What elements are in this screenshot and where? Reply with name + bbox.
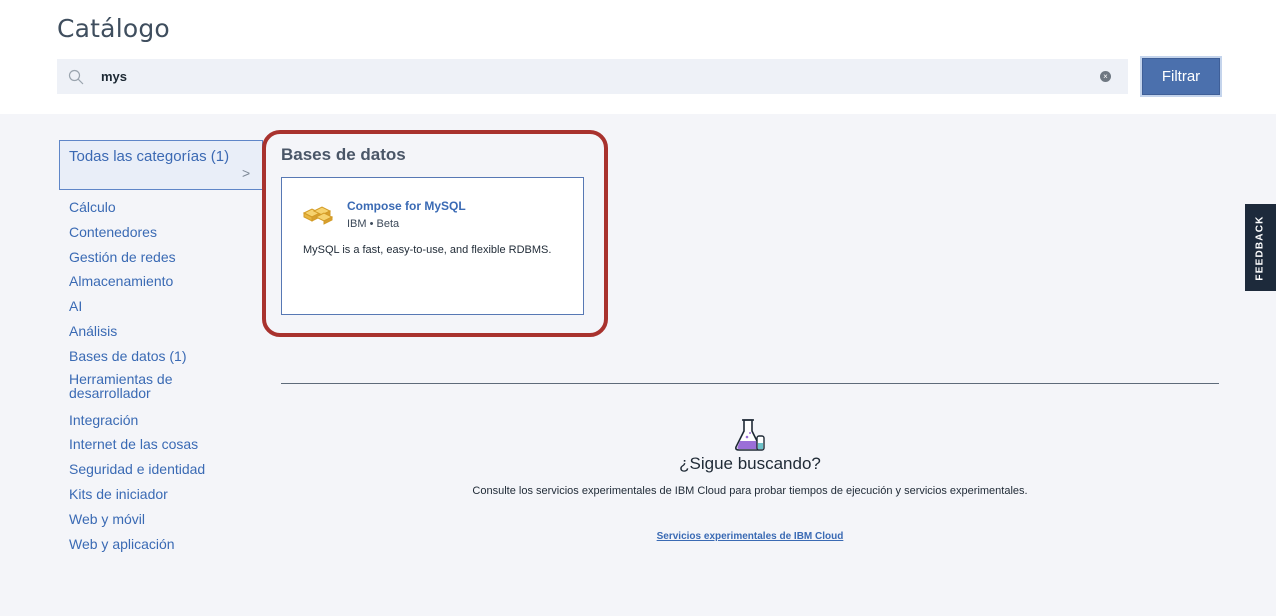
sidebar-item-analisis[interactable]: Análisis <box>69 322 209 347</box>
sidebar-item-herramientas[interactable]: Herramientas de desarrollador <box>69 372 209 411</box>
sidebar-item-almacenamiento[interactable]: Almacenamiento <box>69 272 209 297</box>
sidebar-item-ai[interactable]: AI <box>69 297 209 322</box>
page-title: Catálogo <box>57 14 170 43</box>
compose-mysql-icon <box>302 206 334 225</box>
filter-button[interactable]: Filtrar <box>1140 56 1222 97</box>
service-card[interactable]: Compose for MySQL IBM • Beta MySQL is a … <box>281 177 584 315</box>
chevron-right-icon: > <box>242 165 251 181</box>
sidebar-item-label: Todas las categorías (1) <box>69 148 230 165</box>
header: Catálogo mys × Filtrar <box>0 0 1276 114</box>
still-looking-description: Consulte los servicios experimentales de… <box>472 485 1028 497</box>
category-list: Cálculo Contenedores Gestión de redes Al… <box>69 198 209 559</box>
search-input-value[interactable]: mys <box>101 69 127 84</box>
divider <box>281 383 1219 384</box>
sidebar-item-all-categories[interactable]: Todas las categorías (1) > <box>59 140 263 190</box>
search-input[interactable]: mys × <box>57 59 1128 94</box>
filter-button-label: Filtrar <box>1142 58 1220 95</box>
section-title: Bases de datos <box>281 145 406 164</box>
flask-icon <box>735 419 765 451</box>
sidebar-item-bases-de-datos[interactable]: Bases de datos (1) <box>69 347 209 372</box>
sidebar-item-integracion[interactable]: Integración <box>69 411 209 436</box>
sidebar-item-calculo[interactable]: Cálculo <box>69 198 209 223</box>
search-icon <box>68 69 84 85</box>
card-description: MySQL is a fast, easy-to-use, and flexib… <box>303 244 552 256</box>
card-title[interactable]: Compose for MySQL <box>347 199 466 213</box>
clear-icon[interactable]: × <box>1100 71 1111 82</box>
sidebar-item-label: Herramientas de desarrollador <box>69 370 173 401</box>
sidebar-item-gestion-de-redes[interactable]: Gestión de redes <box>69 248 209 273</box>
feedback-button[interactable]: FEEDBACK <box>1245 204 1276 291</box>
feedback-label: FEEDBACK <box>1254 215 1266 281</box>
card-subtitle: IBM • Beta <box>347 218 400 230</box>
still-looking-title: ¿Sigue buscando? <box>679 454 821 473</box>
sidebar-item-contenedores[interactable]: Contenedores <box>69 223 209 248</box>
experimental-services-link[interactable]: Servicios experimentales de IBM Cloud <box>0 531 1276 542</box>
